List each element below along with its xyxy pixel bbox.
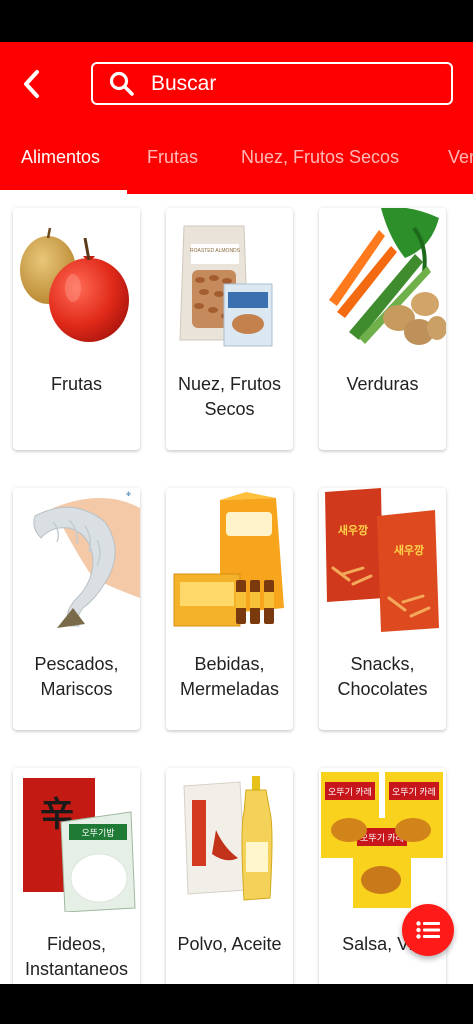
svg-text:오뚜기 카레: 오뚜기 카레 <box>328 787 372 797</box>
category-card-nuez-frutos-secos[interactable]: ROASTED ALMONDS Nuez, Frutos Secos <box>166 208 293 450</box>
category-label: Pescados, Mariscos <box>34 654 119 699</box>
tab-verduras[interactable]: Ver <box>448 145 473 185</box>
search-bar[interactable] <box>91 62 453 105</box>
category-label: Bebidas, Mermeladas <box>179 654 280 699</box>
svg-text:오뚜기 카레: 오뚜기 카레 <box>392 787 436 797</box>
verduras-image <box>319 208 446 352</box>
fideos-instantaneos-image: 辛 오뚜기밥 <box>13 768 140 912</box>
list-icon <box>416 921 440 939</box>
salsa-vinagre-image: 오뚜기 카레 오뚜기 카레 오뚜기 카레 <box>319 768 446 912</box>
svg-text:✻: ✻ <box>126 491 131 498</box>
svg-text:ROASTED ALMONDS: ROASTED ALMONDS <box>190 248 241 254</box>
snacks-chocolates-image: 새우깡 새우깡 <box>319 488 446 632</box>
category-label: Verduras <box>346 374 419 394</box>
search-input[interactable] <box>151 71 411 96</box>
category-label: Nuez, Frutos Secos <box>177 374 282 419</box>
category-label: Polvo, Aceite <box>177 934 282 954</box>
nuez-frutos-secos-image: ROASTED ALMONDS <box>166 208 293 352</box>
svg-text:오뚜기밥: 오뚜기밥 <box>81 828 114 838</box>
tab-nuez-frutos-secos[interactable]: Nuez, Frutos Secos <box>241 145 399 185</box>
category-label: Fideos, Instantaneos <box>24 934 129 979</box>
back-button[interactable] <box>14 66 50 102</box>
svg-text:새우깡: 새우깡 <box>394 543 424 557</box>
search-icon <box>109 71 135 97</box>
tab-alimentos[interactable]: Alimentos <box>21 145 100 185</box>
bebidas-mermeladas-image <box>166 488 293 632</box>
status-bar <box>0 0 473 42</box>
bottom-system-bar <box>0 984 473 1024</box>
category-card-polvo-aceite[interactable]: Polvo, Aceite <box>166 768 293 984</box>
category-card-fideos-instantaneos[interactable]: 辛 오뚜기밥 Fideos, Instantaneos <box>13 768 140 984</box>
category-tabs: Alimentos Frutas Nuez, Frutos Secos Ver <box>0 137 473 194</box>
category-label: Snacks, Chocolates <box>337 654 428 699</box>
polvo-aceite-image <box>166 768 293 912</box>
frutas-image <box>13 208 140 352</box>
category-card-verduras[interactable]: Verduras <box>319 208 446 450</box>
category-card-snacks-chocolates[interactable]: 새우깡 새우깡 Snacks, Chocolates <box>319 488 446 730</box>
category-grid: Frutas ROASTED ALMONDS Nuez, Frutos Seco… <box>0 194 473 984</box>
category-card-bebidas-mermeladas[interactable]: Bebidas, Mermeladas <box>166 488 293 730</box>
chevron-left-icon <box>24 70 39 98</box>
tab-frutas[interactable]: Frutas <box>147 145 198 185</box>
pescados-mariscos-image: ✻ <box>13 488 140 632</box>
category-card-frutas[interactable]: Frutas <box>13 208 140 450</box>
list-view-button[interactable] <box>402 904 454 956</box>
app-header: Alimentos Frutas Nuez, Frutos Secos Ver <box>0 42 473 194</box>
svg-text:새우깡: 새우깡 <box>338 523 368 537</box>
category-label: Frutas <box>50 374 102 394</box>
category-card-pescados-mariscos[interactable]: ✻ Pescados, Mariscos <box>13 488 140 730</box>
